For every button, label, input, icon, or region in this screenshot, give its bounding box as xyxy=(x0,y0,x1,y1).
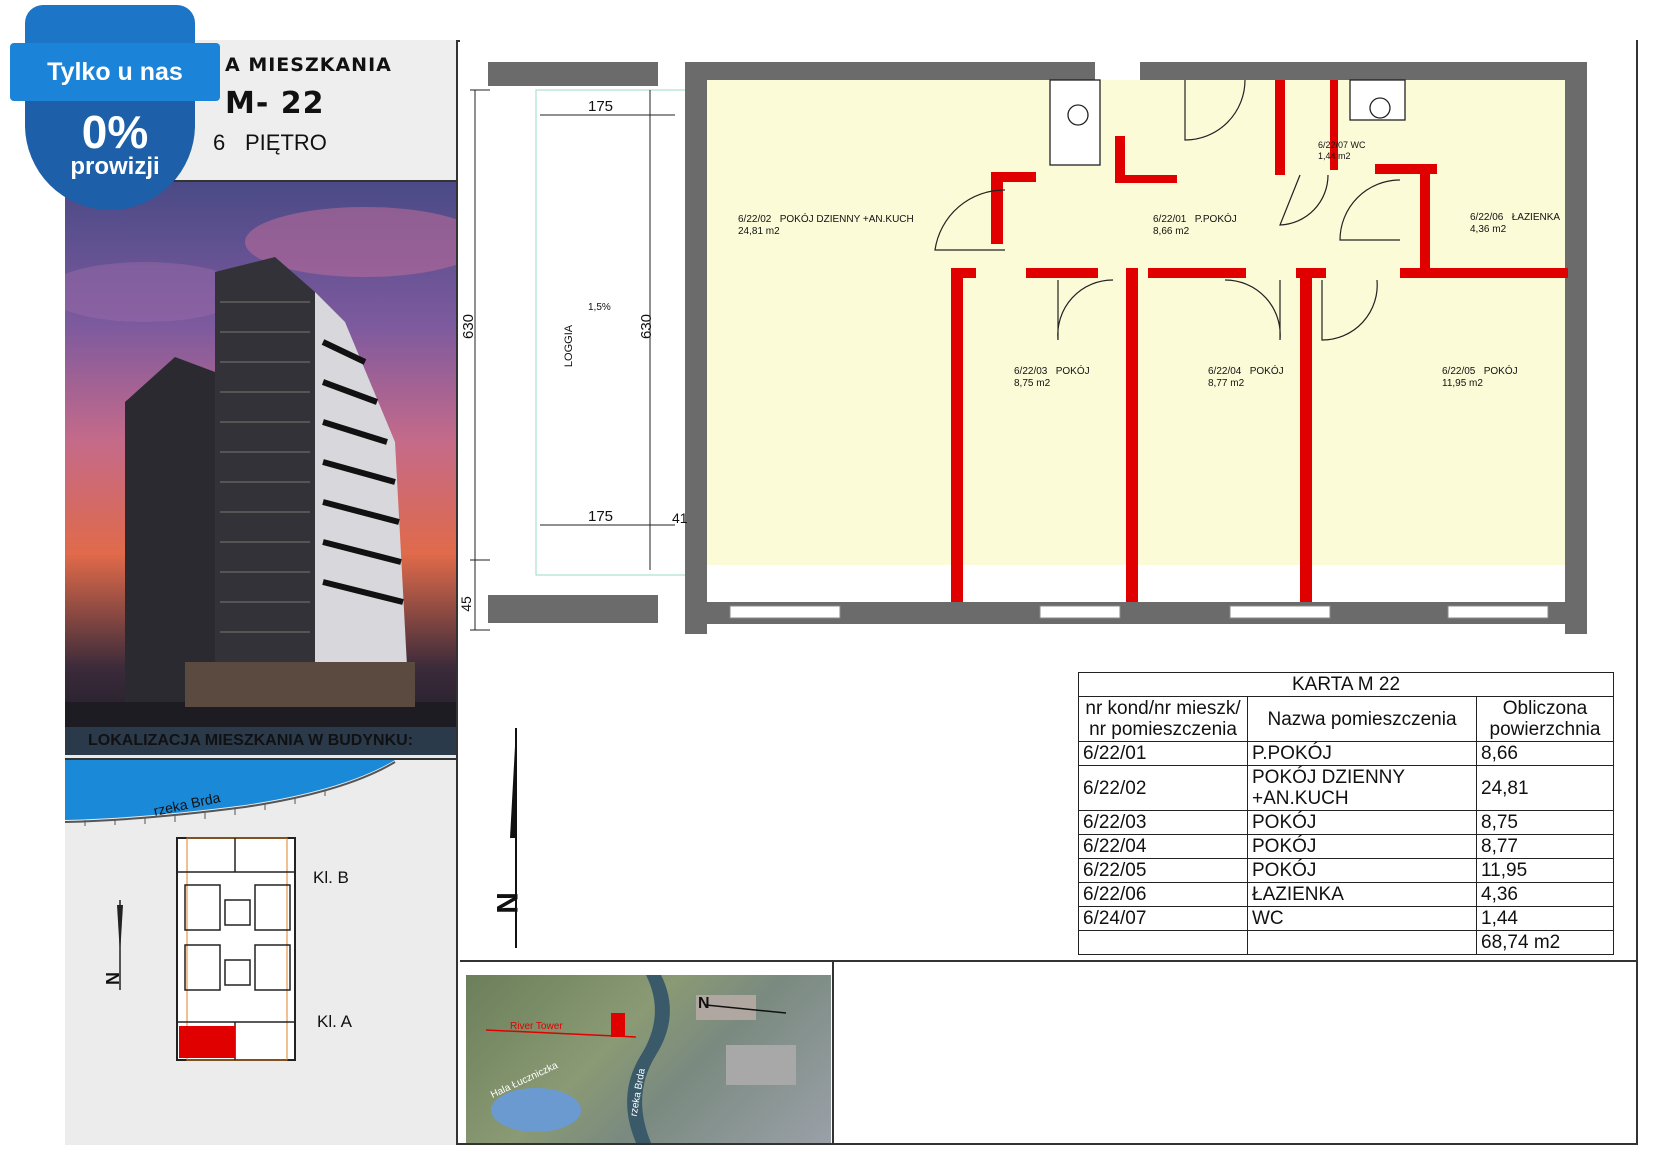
column-header: nr kond/nr mieszk/ nr pomieszczenia xyxy=(1078,696,1248,742)
cell-room-number: 6/22/04 xyxy=(1078,834,1248,859)
room-label: 6/22/03 POKÓJ 8,75 m2 xyxy=(1014,366,1090,390)
room-name: WC xyxy=(1350,140,1366,150)
room-label: 6/22/06 ŁAZIENKA 4,36 m2 xyxy=(1470,212,1560,236)
column-header: Obliczona powierzchnia xyxy=(1476,696,1614,742)
room-id: 6/22/01 xyxy=(1153,214,1187,225)
room-id: 6/22/05 xyxy=(1442,366,1476,377)
badge-commission: prowizji xyxy=(70,153,160,180)
room-id: 6/22/02 xyxy=(738,214,772,225)
room-area: 8,66 m2 xyxy=(1153,226,1190,237)
room-label: 6/22/02 POKÓJ DZIENNY +AN.KUCH 24,81 m2 xyxy=(738,214,914,238)
cell-room-number: 6/22/06 xyxy=(1078,882,1248,907)
aerial-photo-illustration xyxy=(485,975,796,1143)
building-photo xyxy=(65,182,456,755)
badge-percent: 0% xyxy=(81,106,149,158)
badge-tagline: Tylko u nas xyxy=(10,43,220,101)
cell-room-number: 6/24/07 xyxy=(1078,906,1248,931)
divider xyxy=(460,960,1636,962)
floor-label: PIĘTRO xyxy=(245,130,327,155)
building-photo-illustration xyxy=(65,207,456,755)
cell-room-area: 4,36 xyxy=(1476,882,1614,907)
building-key-plan xyxy=(64,760,396,1061)
room-area: 4,36 m2 xyxy=(1470,224,1507,235)
room-name: POKÓJ DZIENNY +AN.KUCH xyxy=(779,214,914,225)
aerial-photo: River Tower Hala Łuczniczka rzeka Brda N xyxy=(466,975,831,1143)
unit-number: M- 22 xyxy=(225,86,325,121)
cell-room-name: POKÓJ xyxy=(1247,834,1477,859)
room-area: 8,75 m2 xyxy=(1014,378,1051,389)
cell-room-area: 1,44 xyxy=(1476,906,1614,931)
table-row: 6/22/06 ŁAZIENKA 4,36 xyxy=(1078,882,1614,907)
cell-room-name: P.POKÓJ xyxy=(1247,741,1477,766)
column-header: Nazwa pomieszczenia xyxy=(1247,696,1477,742)
promo-badge: Tylko u nas 0% prowizji xyxy=(10,5,220,210)
aerial-north-label: N xyxy=(698,995,710,1012)
total-area: 68,74 m2 xyxy=(1476,930,1614,955)
cell-room-number: 6/22/05 xyxy=(1078,858,1248,883)
cell-room-name: POKÓJ DZIENNY +AN.KUCH xyxy=(1247,765,1477,811)
dim-left-height: 630 xyxy=(460,313,478,340)
room-id: 6/22/03 xyxy=(1014,366,1048,377)
loggia-label: LOGGIA xyxy=(563,324,576,368)
dim-41: 41 xyxy=(672,510,688,526)
room-name: P.POKÓJ xyxy=(1194,214,1237,225)
location-label: LOKALIZACJA MIESZKANIA W BUDYNKU: xyxy=(88,732,414,749)
cell-room-name: WC xyxy=(1247,906,1477,931)
table-title: KARTA M 22 xyxy=(1078,672,1614,697)
location-map: rzeka Brda Kl. B Kl. A N xyxy=(64,758,456,1145)
room-label: 6/22/04 POKÓJ 8,77 m2 xyxy=(1208,366,1284,390)
stair-b-label: Kl. B xyxy=(313,868,349,887)
loggia-slope: 1,5% xyxy=(588,302,611,313)
room-id: 6/22/04 xyxy=(1208,366,1242,377)
room-name: ŁAZIENKA xyxy=(1511,212,1561,223)
cell-room-name: POKÓJ xyxy=(1247,858,1477,883)
table-row: 6/22/02 POKÓJ DZIENNY +AN.KUCH 24,81 xyxy=(1078,765,1614,811)
cell-room-area: 8,77 xyxy=(1476,834,1614,859)
dim-bottom: 175 xyxy=(588,508,614,525)
table-total-row: 68,74 m2 xyxy=(1078,930,1614,955)
room-area: 1,44 m2 xyxy=(1318,151,1351,161)
room-area: 8,77 m2 xyxy=(1208,378,1245,389)
cell-room-number: 6/22/03 xyxy=(1078,810,1248,835)
cell-room-number: 6/22/01 xyxy=(1078,741,1248,766)
cell-room-name: POKÓJ xyxy=(1247,810,1477,835)
divider xyxy=(832,962,834,1145)
key-plan-north-label: N xyxy=(102,972,122,985)
cell-room-area: 11,95 xyxy=(1476,858,1614,883)
room-name: POKÓJ xyxy=(1055,366,1090,377)
tower-label: River Tower xyxy=(510,1021,563,1032)
room-area: 11,95 m2 xyxy=(1442,378,1483,389)
sheet-title: A MIESZKANIA xyxy=(225,54,392,76)
north-arrow-icon xyxy=(510,728,517,948)
table-row: 6/22/04 POKÓJ 8,77 xyxy=(1078,834,1614,859)
table-row: 6/22/01 P.POKÓJ 8,66 xyxy=(1078,741,1614,766)
room-name: POKÓJ xyxy=(1483,366,1518,377)
room-area: 24,81 m2 xyxy=(738,226,780,237)
room-label: 6/22/07 WC 1,44 m2 xyxy=(1318,140,1366,162)
room-label: 6/22/01 P.POKÓJ 8,66 m2 xyxy=(1153,214,1237,238)
table-row: 6/24/07 WC 1,44 xyxy=(1078,906,1614,931)
dim-inner-height: 630 xyxy=(638,313,656,340)
table-row: 6/22/03 POKÓJ 8,75 xyxy=(1078,810,1614,835)
cell-room-area: 8,66 xyxy=(1476,741,1614,766)
room-label: 6/22/05 POKÓJ 11,95 m2 xyxy=(1442,366,1518,390)
dim-45: 45 xyxy=(457,596,474,612)
cell-room-number: 6/22/02 xyxy=(1078,765,1248,811)
cell-room-area: 8,75 xyxy=(1476,810,1614,835)
stair-a-label: Kl. A xyxy=(317,1012,352,1031)
room-id: 6/22/07 xyxy=(1318,140,1349,150)
room-schedule-table: KARTA M 22 nr kond/nr mieszk/ nr pomiesz… xyxy=(1078,672,1614,955)
dim-top: 175 xyxy=(588,98,614,115)
plan-north-label: N xyxy=(489,892,523,914)
cell-room-name: ŁAZIENKA xyxy=(1247,882,1477,907)
cell-room-area: 24,81 xyxy=(1476,765,1614,811)
room-id: 6/22/06 xyxy=(1470,212,1504,223)
room-name: POKÓJ xyxy=(1249,366,1284,377)
table-row: 6/22/05 POKÓJ 11,95 xyxy=(1078,858,1614,883)
